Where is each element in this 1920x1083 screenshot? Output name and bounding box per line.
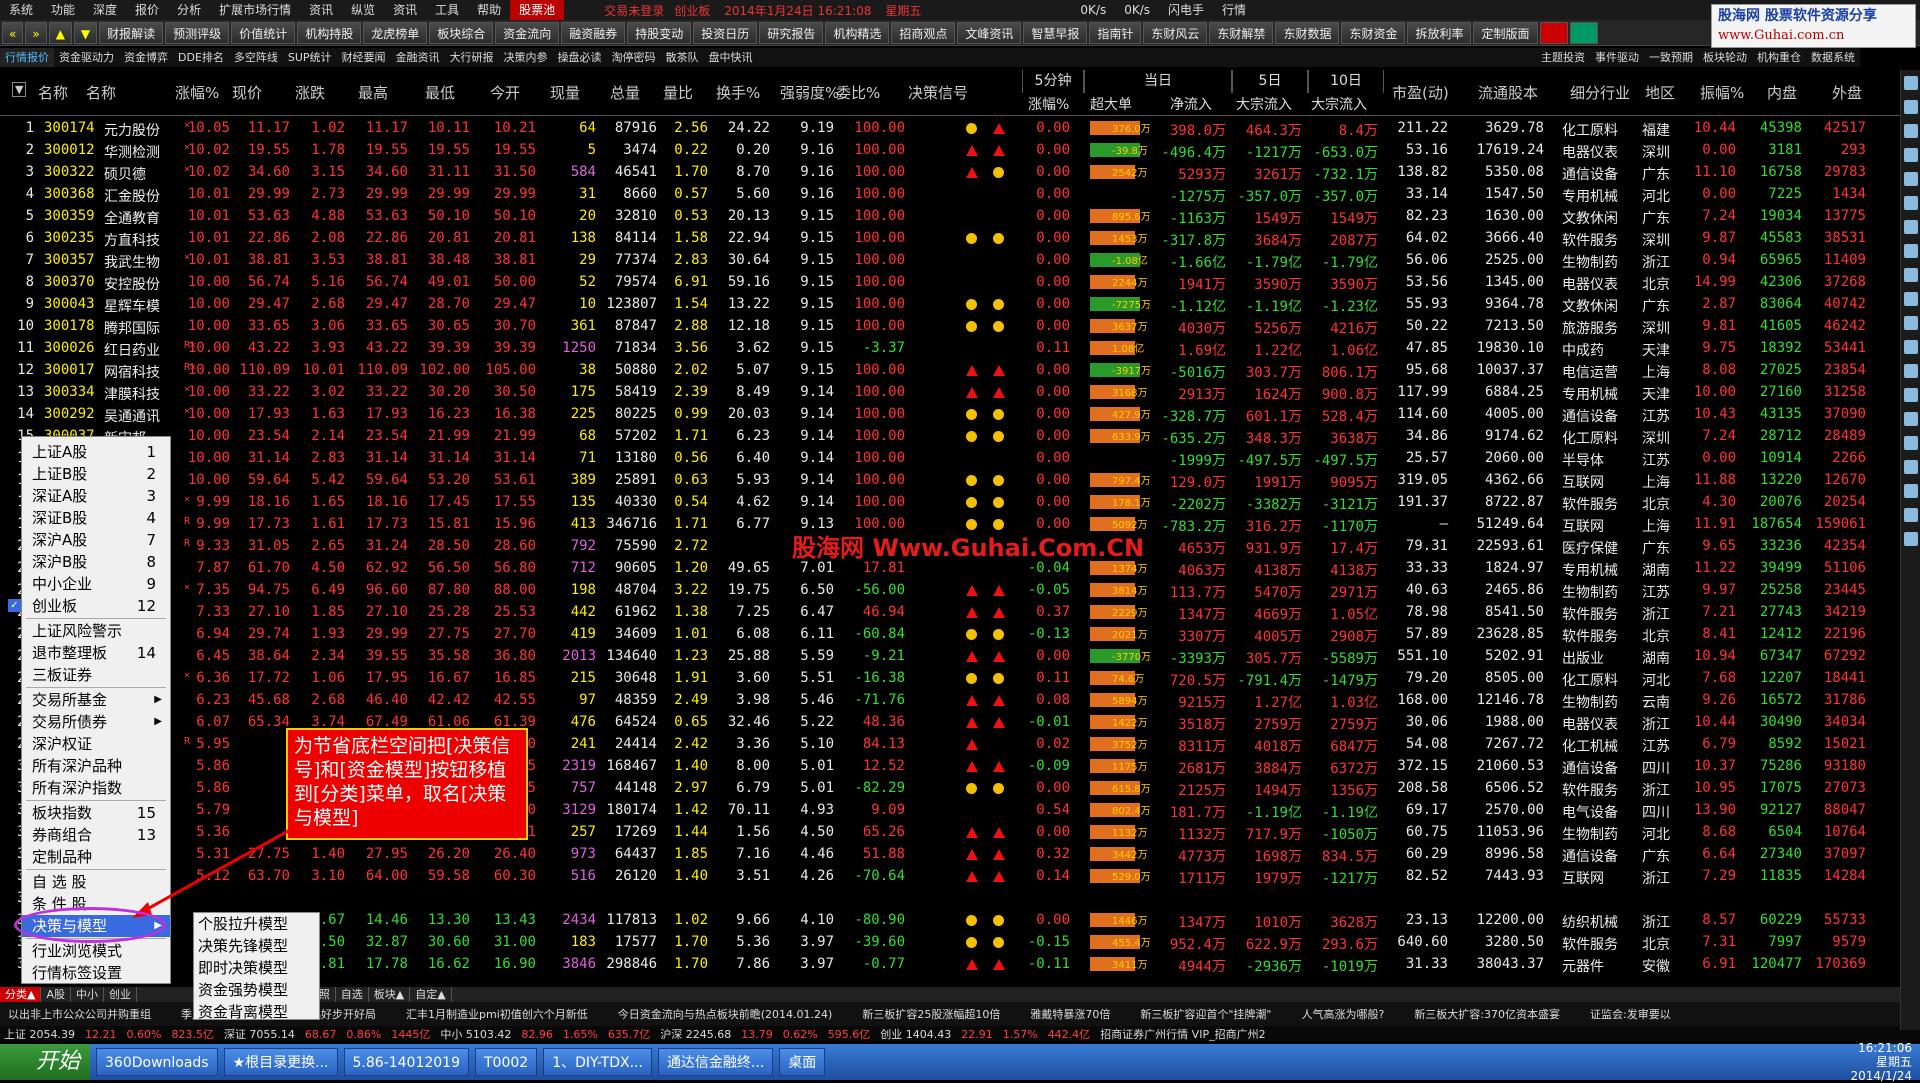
- arrow-line: [139, 828, 291, 915]
- annotation-arrow: [132, 828, 291, 918]
- highlight-circle: [14, 907, 166, 943]
